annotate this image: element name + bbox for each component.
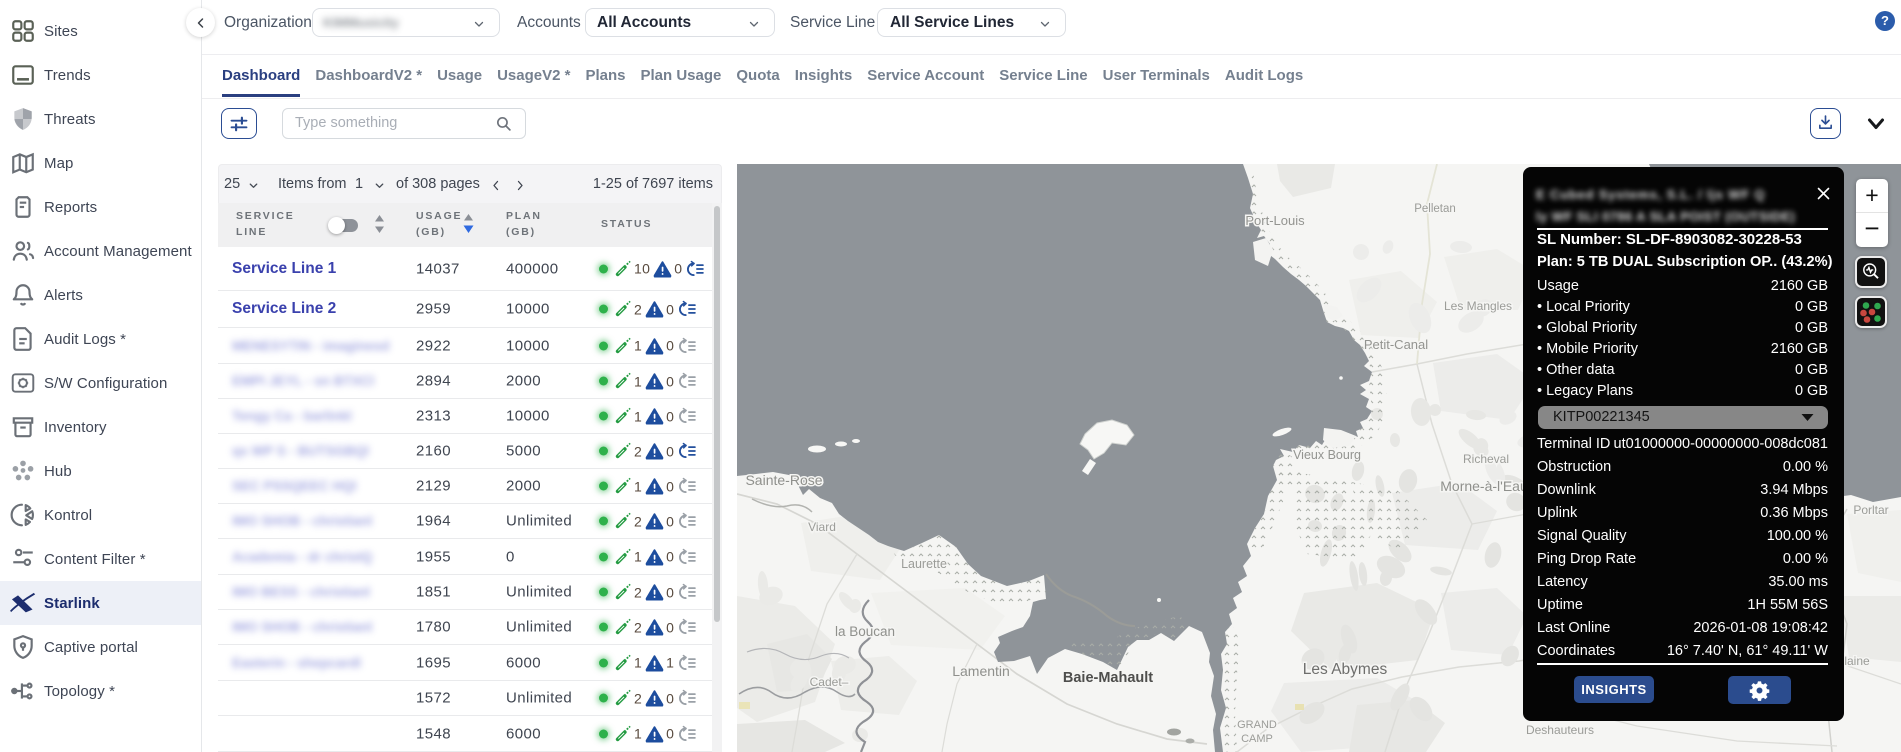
svg-text:Porltar: Porltar: [1853, 503, 1888, 517]
svg-text:Richeval: Richeval: [1463, 452, 1509, 466]
svg-text:Laurette: Laurette: [901, 557, 947, 571]
svg-text:la Boucan: la Boucan: [835, 624, 895, 639]
svg-text:CAMP: CAMP: [1241, 733, 1273, 745]
svg-text:Petit-Canal: Petit-Canal: [1364, 337, 1428, 352]
svg-text:Les Mangles: Les Mangles: [1444, 299, 1512, 313]
svg-text:Cadet–: Cadet–: [810, 675, 849, 689]
svg-text:Lamentin: Lamentin: [952, 663, 1010, 679]
svg-text:laine: laine: [1844, 654, 1870, 668]
svg-text:Morne-à-l'Eau: Morne-à-l'Eau: [1440, 478, 1528, 494]
svg-text:GRAND: GRAND: [1237, 719, 1277, 731]
svg-text:Sainte-Rose: Sainte-Rose: [745, 472, 822, 488]
svg-text:Les Abymes: Les Abymes: [1303, 661, 1388, 678]
svg-text:Baie-Mahault: Baie-Mahault: [1063, 670, 1153, 686]
svg-text:Viard: Viard: [808, 520, 836, 534]
svg-text:Port-Louis: Port-Louis: [1245, 213, 1305, 228]
svg-text:Pelletan: Pelletan: [1414, 203, 1456, 215]
svg-text:Vieux Bourg: Vieux Bourg: [1293, 448, 1361, 462]
svg-text:Deshauteurs: Deshauteurs: [1526, 723, 1594, 737]
